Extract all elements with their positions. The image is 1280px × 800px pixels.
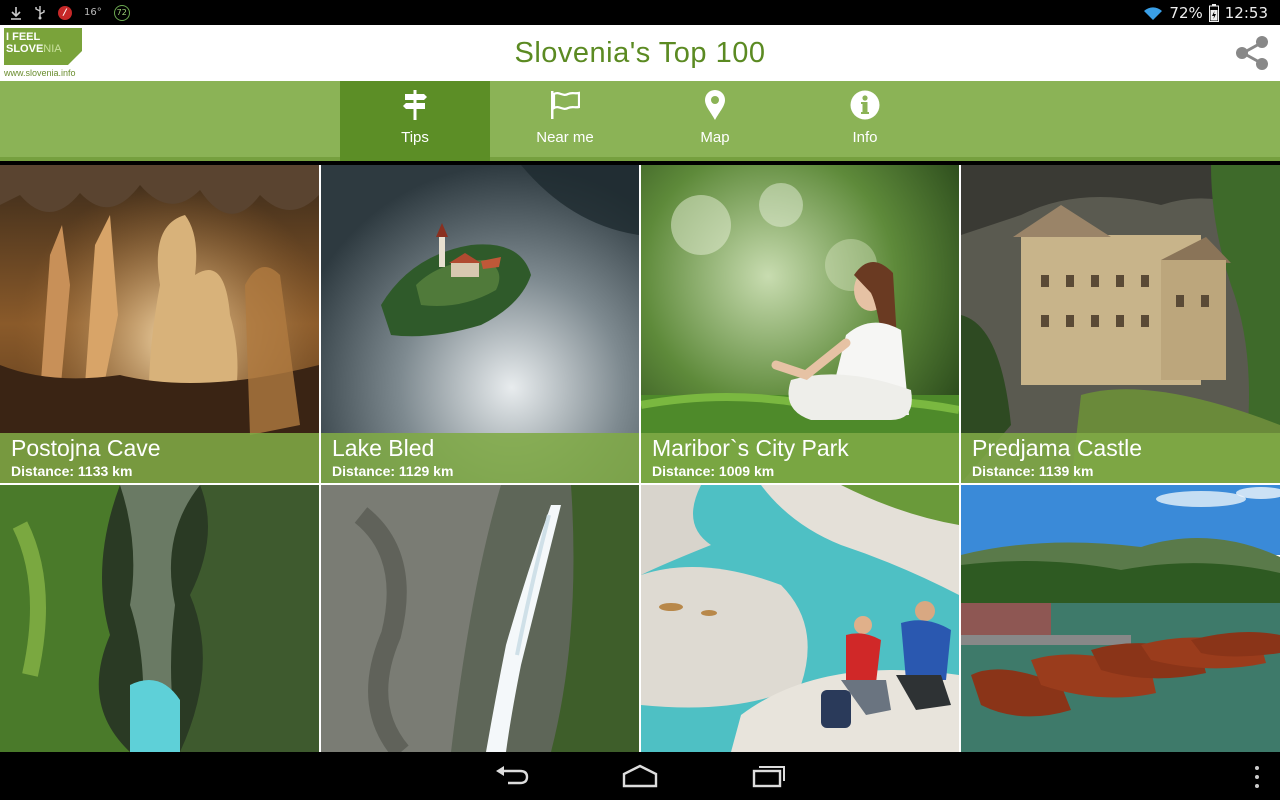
tile-title: Postojna Cave	[11, 435, 161, 461]
tile-lake-boats[interactable]	[961, 485, 1280, 752]
app-header: I FEEL SLOVENIA www.slovenia.info Sloven…	[0, 25, 1280, 81]
home-button[interactable]	[615, 760, 665, 792]
usb-icon	[34, 5, 46, 20]
recents-icon	[752, 766, 785, 788]
tile-maribor-city-park[interactable]: Maribor`s City Park Distance: 1009 km	[641, 165, 959, 483]
river-hikers-photo	[641, 485, 959, 752]
tab-map[interactable]: Map	[640, 81, 790, 161]
tab-label: Near me	[536, 129, 594, 146]
wifi-icon	[1143, 5, 1163, 21]
battery-percent: 72%	[1169, 3, 1203, 22]
status-bar: / 16° 72 72% 12:53	[0, 0, 1280, 25]
back-button[interactable]	[487, 760, 537, 792]
back-icon	[496, 766, 529, 785]
page-title: Slovenia's Top 100	[514, 37, 766, 69]
tab-near-me[interactable]: Near me	[490, 81, 640, 161]
tile-caption: Postojna Cave Distance: 1133 km	[0, 433, 319, 483]
tile-distance: Distance: 1139 km	[972, 463, 1094, 479]
tile-predjama-castle[interactable]: Predjama Castle Distance: 1139 km	[961, 165, 1280, 483]
temperature-text: 16°	[84, 7, 102, 18]
red-circle-icon: /	[58, 5, 72, 20]
tab-label: Tips	[401, 129, 429, 146]
tile-gorge[interactable]	[0, 485, 319, 752]
tile-distance: Distance: 1133 km	[11, 463, 133, 479]
tile-title: Lake Bled	[332, 435, 435, 461]
tab-label: Map	[700, 129, 730, 146]
tile-lake-bled[interactable]: Lake Bled Distance: 1129 km	[321, 165, 639, 483]
home-icon	[622, 764, 658, 788]
map-pin-icon	[704, 87, 726, 123]
tab-bar: Tips Near me Map Info	[0, 81, 1280, 161]
attractions-grid: Postojna Cave Distance: 1133 km Lake Ble…	[0, 165, 1280, 752]
info-icon	[850, 87, 880, 123]
tile-title: Predjama Castle	[972, 435, 1143, 461]
download-icon	[10, 6, 22, 20]
lake-boats-photo	[961, 485, 1280, 752]
recents-button[interactable]	[744, 760, 794, 792]
clock-time: 12:53	[1224, 3, 1268, 22]
flag-icon	[550, 87, 580, 123]
tile-caption: Maribor`s City Park Distance: 1009 km	[641, 433, 959, 483]
waterfall-photo	[321, 485, 639, 752]
tab-info[interactable]: Info	[790, 81, 940, 161]
tile-caption: Lake Bled Distance: 1129 km	[321, 433, 639, 483]
tile-postojna-cave[interactable]: Postojna Cave Distance: 1133 km	[0, 165, 319, 483]
navigation-bar	[0, 752, 1280, 800]
tile-title: Maribor`s City Park	[652, 435, 849, 461]
circle-badge: 72	[113, 4, 130, 21]
share-icon	[1236, 36, 1268, 70]
tile-caption: Predjama Castle Distance: 1139 km	[961, 433, 1280, 483]
battery-icon	[1208, 3, 1219, 22]
tile-distance: Distance: 1129 km	[332, 463, 454, 479]
signpost-icon	[402, 87, 428, 123]
gorge-photo	[0, 485, 319, 752]
tile-distance: Distance: 1009 km	[652, 463, 775, 479]
share-button[interactable]	[1234, 35, 1270, 71]
tile-river-hikers[interactable]	[641, 485, 959, 752]
overflow-menu-icon[interactable]	[1254, 766, 1260, 788]
tab-tips[interactable]: Tips	[340, 81, 490, 161]
tab-label: Info	[852, 129, 878, 146]
tile-waterfall[interactable]	[321, 485, 639, 752]
